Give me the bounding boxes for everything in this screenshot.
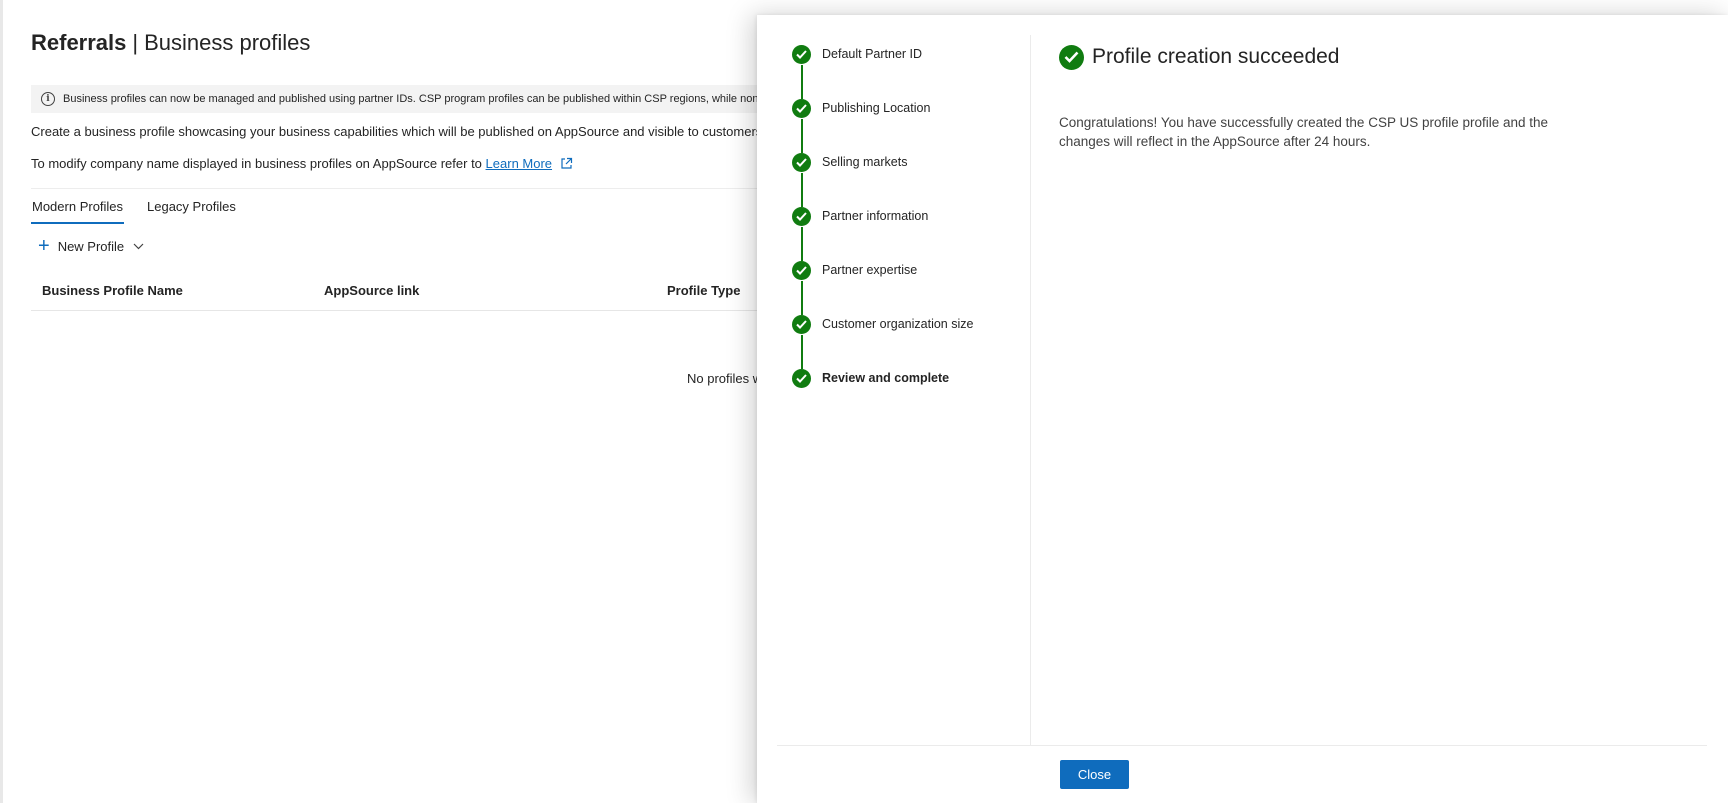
tab-legacy-profiles[interactable]: Legacy Profiles: [147, 199, 236, 214]
success-content: Profile creation succeeded Congratulatio…: [1059, 43, 1699, 151]
step-label: Partner information: [822, 209, 929, 223]
table-header-rule: [31, 310, 761, 311]
profile-wizard-panel: Default Partner ID Publishing Location S…: [757, 15, 1728, 803]
checkmark-circle-icon: [792, 98, 811, 118]
page-title-separator: |: [132, 30, 139, 55]
info-banner-text: Business profiles can now be managed and…: [63, 93, 761, 105]
step-connector: [801, 335, 803, 369]
page-title-sub: Business profiles: [144, 30, 311, 55]
page-title-main: Referrals: [31, 30, 127, 55]
step-publishing-location[interactable]: Publishing Location: [792, 98, 930, 118]
checkmark-circle-icon: [792, 206, 811, 226]
step-connector: [801, 65, 803, 99]
checkmark-circle-icon: [792, 44, 811, 64]
step-partner-expertise[interactable]: Partner expertise: [792, 260, 917, 280]
panel-vertical-divider: [1030, 35, 1031, 746]
step-connector: [801, 227, 803, 261]
checkmark-circle-icon: [792, 368, 811, 388]
tab-modern-profiles[interactable]: Modern Profiles: [32, 199, 123, 214]
checkmark-circle-icon: [792, 152, 811, 172]
page-title: Referrals | Business profiles: [31, 29, 310, 57]
step-customer-organization-size[interactable]: Customer organization size: [792, 314, 973, 334]
step-label: Selling markets: [822, 155, 908, 169]
new-profile-button[interactable]: + New Profile: [38, 235, 144, 257]
column-header-appsource-link[interactable]: AppSource link: [324, 283, 419, 298]
step-connector: [801, 119, 803, 153]
info-banner: i Business profiles can now be managed a…: [31, 85, 761, 113]
step-partner-information[interactable]: Partner information: [792, 206, 928, 226]
selected-tab-indicator: [31, 222, 124, 224]
tabs-divider: [31, 188, 761, 189]
step-label: Default Partner ID: [822, 47, 923, 61]
company-name-note-text: To modify company name displayed in busi…: [31, 156, 482, 171]
empty-table-message: No profiles w: [687, 371, 763, 386]
step-label: Review and complete: [822, 371, 950, 385]
panel-footer-divider: [777, 745, 1707, 746]
step-connector: [801, 281, 803, 315]
plus-icon: +: [38, 235, 50, 257]
chevron-down-icon: [133, 243, 144, 250]
info-icon: i: [41, 92, 55, 106]
step-connector: [801, 173, 803, 207]
step-label: Publishing Location: [822, 101, 931, 115]
description-text: Create a business profile showcasing you…: [31, 124, 792, 139]
success-heading: Profile creation succeeded: [1059, 43, 1699, 71]
success-message: Congratulations! You have successfully c…: [1059, 115, 1549, 149]
wizard-stepper: Default Partner ID Publishing Location S…: [757, 15, 1030, 745]
external-link-icon: [560, 157, 573, 173]
success-title: Profile creation succeeded: [1092, 45, 1340, 68]
step-review-and-complete[interactable]: Review and complete: [792, 368, 949, 388]
page: Referrals | Business profiles i Business p…: [0, 0, 1728, 803]
checkmark-circle-icon: [792, 314, 811, 334]
left-edge-rule: [0, 0, 3, 803]
close-button[interactable]: Close: [1060, 760, 1129, 789]
step-label: Customer organization size: [822, 317, 974, 331]
step-label: Partner expertise: [822, 263, 918, 277]
new-profile-label: New Profile: [57, 238, 125, 254]
checkmark-circle-icon: [792, 260, 811, 280]
step-default-partner-id[interactable]: Default Partner ID: [792, 44, 922, 64]
company-name-note: To modify company name displayed in busi…: [31, 156, 573, 173]
column-header-business-profile-name[interactable]: Business Profile Name: [42, 283, 183, 298]
learn-more-link[interactable]: Learn More: [486, 156, 552, 171]
step-selling-markets[interactable]: Selling markets: [792, 152, 907, 172]
column-header-profile-type[interactable]: Profile Type: [667, 283, 740, 298]
success-checkmark-icon: [1059, 44, 1084, 70]
